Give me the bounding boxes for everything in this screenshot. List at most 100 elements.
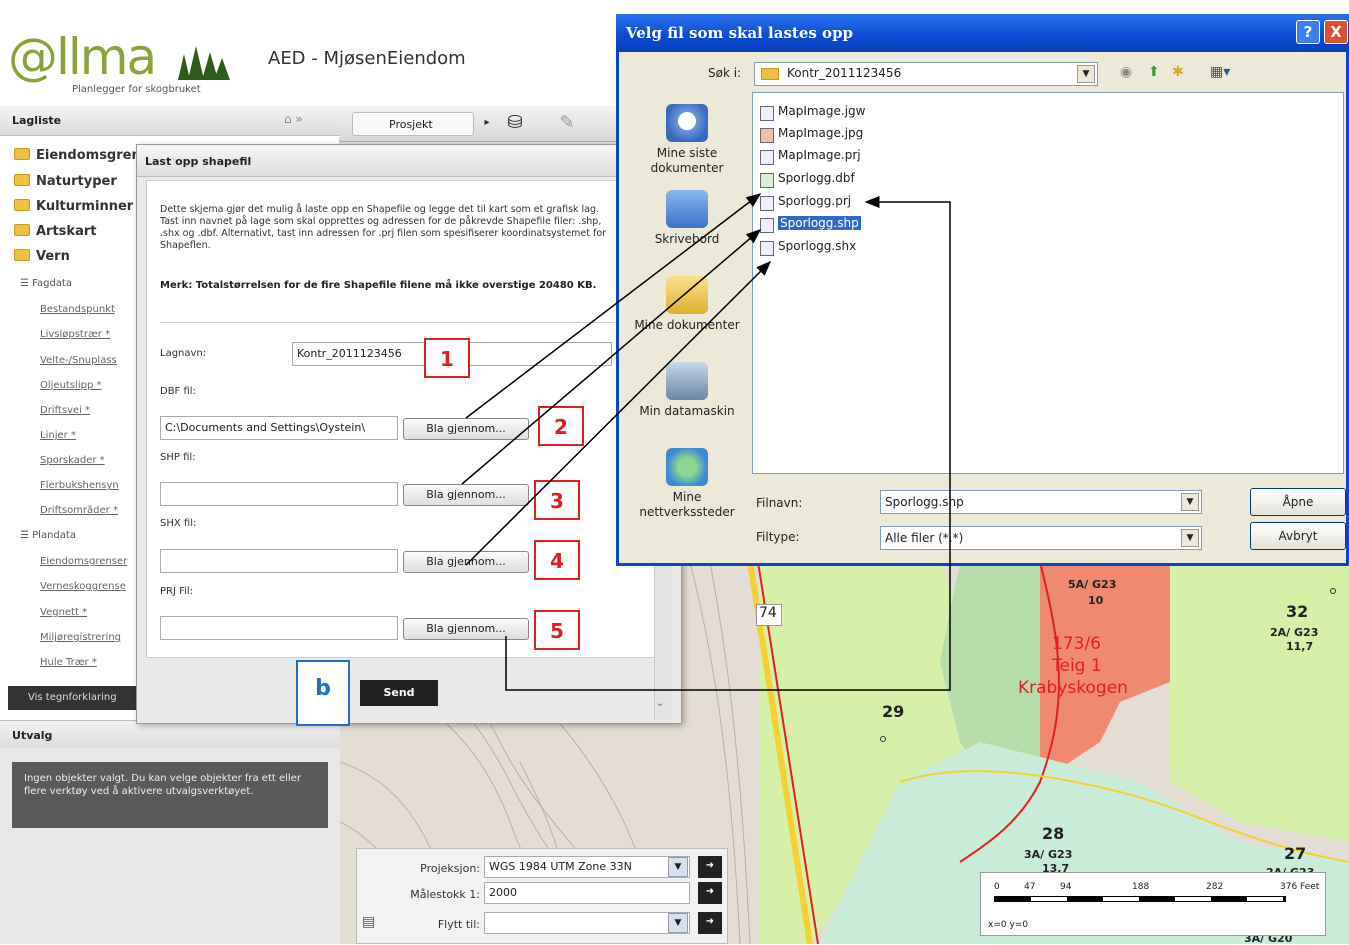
show-legend-button[interactable]: Vis tegnforklaring — [8, 686, 140, 710]
parcel-number: 28 — [1042, 824, 1065, 843]
filetype-select[interactable]: Alle filer (*.*) ▼ — [880, 526, 1202, 550]
shp-browse-button[interactable]: Bla gjennom... — [403, 484, 529, 506]
back-icon[interactable]: ◉ — [1120, 64, 1132, 80]
file-icon — [760, 218, 774, 233]
my-computer-icon — [666, 362, 708, 400]
project-menu-button[interactable]: Prosjekt — [352, 112, 474, 136]
layer-folder[interactable]: Artskart — [14, 224, 139, 246]
cancel-button[interactable]: Avbryt — [1250, 522, 1346, 550]
layer-item[interactable]: Driftsvei * — [40, 405, 138, 416]
file-item[interactable]: MapImage.prj — [758, 148, 861, 168]
file-item[interactable]: Sporlogg.prj — [758, 194, 851, 214]
place-desktop[interactable]: Skrivebord — [626, 190, 748, 247]
dbf-browse-button[interactable]: Bla gjennom... — [403, 418, 529, 440]
scale-input[interactable]: 2000 — [484, 882, 690, 904]
layer-name-label: Lagnavn: — [160, 348, 207, 359]
folder-icon — [14, 199, 30, 211]
help-button[interactable]: ? — [1296, 20, 1320, 44]
chevron-right-icon[interactable]: ▸ — [476, 112, 498, 134]
annotation-4: 4 — [534, 540, 580, 580]
layer-item[interactable]: Oljeutslipp * — [40, 380, 138, 391]
chevron-down-icon[interactable]: ▼ — [1181, 529, 1199, 547]
desktop-icon — [666, 190, 708, 228]
projection-label: Projeksjon: — [420, 862, 480, 875]
annotation-1: 1 — [424, 338, 470, 378]
selection-panel-title: Utvalg — [12, 729, 53, 742]
file-item-selected[interactable]: Sporlogg.shp — [758, 216, 861, 236]
prj-browse-button[interactable]: Bla gjennom... — [403, 618, 529, 640]
view-menu-icon[interactable]: ▦▾ — [1210, 64, 1230, 80]
layer-group-fagdata[interactable]: ☰ Fagdata — [20, 278, 72, 289]
layer-item[interactable]: Verneskoggrense — [40, 581, 138, 592]
file-item[interactable]: Sporlogg.shx — [758, 239, 856, 259]
annotation-5: 5 — [534, 610, 580, 650]
file-icon — [760, 196, 774, 211]
layer-item[interactable]: Vegnett * — [40, 607, 138, 618]
group-icon: ☰ — [20, 530, 33, 541]
dbf-file-label: DBF fil: — [160, 386, 196, 397]
layer-item[interactable]: Velte-/Snuplass — [40, 355, 138, 366]
place-network[interactable]: Mine nettverkssteder — [626, 448, 748, 520]
new-folder-icon[interactable]: ✱ — [1172, 64, 1184, 80]
layer-folder[interactable]: Naturtyper — [14, 174, 139, 196]
chevron-down-icon[interactable]: ▼ — [1077, 65, 1095, 83]
layer-item[interactable]: Driftsområder * — [40, 505, 138, 516]
layer-item[interactable]: Bestandspunkt — [40, 304, 138, 315]
file-item[interactable]: Sporlogg.dbf — [758, 171, 855, 191]
close-button[interactable]: X — [1324, 20, 1348, 44]
file-item[interactable]: MapImage.jgw — [758, 104, 866, 124]
send-button[interactable]: Send — [360, 680, 438, 706]
chevron-down-icon[interactable]: ▼ — [668, 857, 688, 877]
place-recent-documents[interactable]: Mine siste dokumenter — [626, 104, 748, 176]
save-icon[interactable]: ⛁ — [504, 112, 526, 134]
layer-item[interactable]: Miljøregistrering — [40, 632, 138, 643]
edit-icon[interactable]: ✎ — [556, 112, 578, 134]
selection-panel-header: Utvalg — [0, 720, 340, 748]
chevron-down-icon[interactable]: ▼ — [668, 913, 688, 933]
filename-input[interactable]: Sporlogg.shp ▼ — [880, 490, 1202, 514]
shx-browse-button[interactable]: Bla gjennom... — [403, 551, 529, 573]
move-to-select[interactable] — [484, 912, 690, 934]
up-folder-icon[interactable]: ⬆ — [1148, 64, 1160, 80]
place-my-computer[interactable]: Min datamaskin — [626, 362, 748, 419]
place-my-documents[interactable]: Mine dokumenter — [626, 276, 748, 333]
collapse-panel-icon[interactable]: ⌂ » — [284, 112, 303, 126]
shp-file-input[interactable] — [160, 482, 398, 506]
my-documents-icon — [666, 276, 708, 314]
layer-item[interactable]: Livsløpstrær * — [40, 329, 138, 340]
apply-move-button[interactable]: ➜ — [698, 912, 722, 934]
parcel-label: 3A/ G23 — [1024, 848, 1073, 861]
parcel-number: 32 — [1286, 602, 1309, 621]
layer-item[interactable]: Sporskader * — [40, 455, 138, 466]
chevron-down-icon[interactable]: ▼ — [1181, 493, 1199, 511]
layer-folder[interactable]: Eiendomsgrenser — [14, 148, 139, 170]
dbf-file-input[interactable]: C:\Documents and Settings\Oystein\ — [160, 416, 398, 440]
file-item[interactable]: MapImage.jpg — [758, 126, 863, 146]
layer-panel-header: Lagliste ⌂ » — [0, 106, 340, 136]
apply-projection-button[interactable]: ➜ — [698, 856, 722, 878]
app-logo: @llma — [8, 28, 157, 86]
excel-file-icon — [760, 173, 774, 188]
layer-item[interactable]: Flerbukshensyn — [40, 480, 138, 491]
layer-group-plandata[interactable]: ☰ Plandata — [20, 530, 76, 541]
shx-file-input[interactable] — [160, 549, 398, 573]
prj-file-input[interactable] — [160, 616, 398, 640]
divider — [160, 322, 615, 323]
teig-id-label: 173/6 — [1052, 634, 1101, 654]
projection-select[interactable]: WGS 1984 UTM Zone 33N — [484, 856, 690, 878]
layer-folder[interactable]: Kulturminner — [14, 199, 139, 221]
open-button[interactable]: Åpne — [1250, 488, 1346, 516]
apply-scale-button[interactable]: ➜ — [698, 882, 722, 904]
look-in-label: Søk i: — [708, 66, 742, 80]
shx-file-label: SHX fil: — [160, 518, 197, 529]
road-number-label: 74 — [756, 604, 782, 626]
move-to-label: Flytt til: — [437, 918, 480, 931]
scroll-down-icon[interactable]: ⌄ — [656, 698, 664, 709]
layer-item[interactable]: Eiendomsgrenser — [40, 556, 138, 567]
look-in-select[interactable]: Kontr_2011123456 ▼ — [754, 62, 1098, 86]
layer-item[interactable]: Hule Trær * — [40, 657, 138, 668]
layer-folder[interactable]: Vern — [14, 249, 139, 271]
layer-item[interactable]: Linjer * — [40, 430, 138, 441]
folder-icon — [14, 174, 30, 186]
coordinate-readout: x=0 y=0 — [988, 920, 1029, 930]
